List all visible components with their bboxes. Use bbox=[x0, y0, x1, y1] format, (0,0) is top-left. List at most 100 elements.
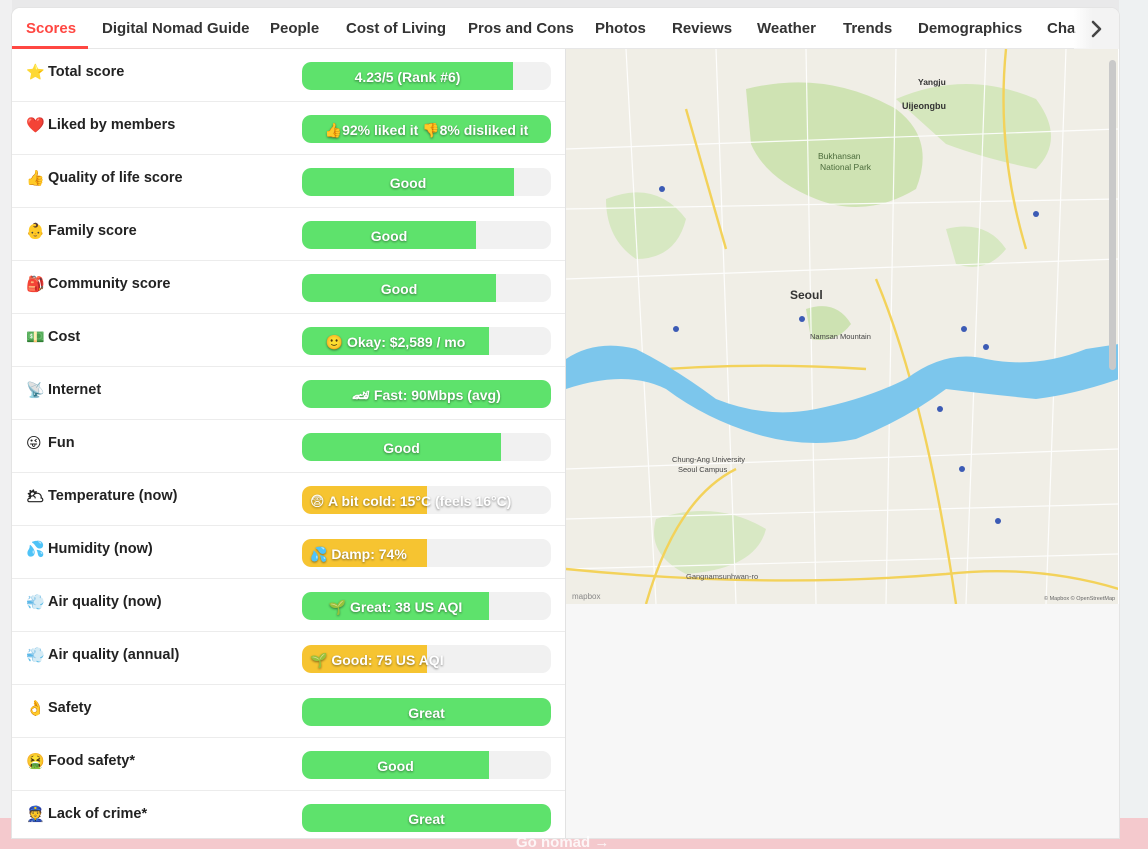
score-label: 👮 Lack of crime* bbox=[26, 805, 147, 823]
score-bar: Good bbox=[302, 274, 551, 302]
score-label-text: Lack of crime* bbox=[48, 806, 148, 822]
score-bar-text: Good bbox=[389, 175, 427, 191]
score-label: 🌥 Temperature (now) bbox=[26, 487, 177, 505]
city-map[interactable]: Seoul Bukhansan National Park Uijeongbu … bbox=[565, 49, 1118, 604]
tab-trends[interactable]: Trends bbox=[843, 8, 892, 49]
score-label: 💦 Humidity (now) bbox=[26, 540, 153, 558]
background-left bbox=[0, 0, 12, 849]
score-bar: Good bbox=[302, 433, 551, 461]
map-canvas[interactable]: Seoul Bukhansan National Park Uijeongbu … bbox=[566, 49, 1118, 604]
score-bar-text: Great bbox=[408, 705, 445, 721]
score-row[interactable]: 👮 Lack of crime* Great bbox=[12, 791, 565, 838]
map-attribution: © Mapbox © OpenStreetMap bbox=[1044, 595, 1115, 602]
score-emoji-icon: 👌 bbox=[26, 700, 45, 717]
score-row[interactable]: 💨 Air quality (now) 🌱 Great: 38 US AQI bbox=[12, 579, 565, 632]
chevron-right-icon bbox=[1091, 20, 1101, 37]
score-row[interactable]: 💨 Air quality (annual) 🌱 Good: 75 US AQI bbox=[12, 632, 565, 685]
map-label: Seoul Campus bbox=[678, 465, 727, 474]
page-scrollbar[interactable] bbox=[1109, 60, 1116, 370]
score-bar: 😨 A bit cold: 15°C (feels 16°C) bbox=[302, 486, 551, 514]
map-label: Namsan Mountain bbox=[810, 332, 871, 341]
score-row[interactable]: ❤️ Liked by members 👍92% liked it 👎8% disl… bbox=[12, 102, 565, 155]
tab-scroll-next-button[interactable] bbox=[1074, 8, 1119, 49]
tab-digital-nomad-guide[interactable]: Digital Nomad Guide bbox=[102, 8, 250, 49]
score-label: 💨 Air quality (now) bbox=[26, 593, 162, 611]
map-label: National Park bbox=[820, 162, 872, 172]
score-row[interactable]: 🤮 Food safety* Good bbox=[12, 738, 565, 791]
score-label: 📡 Internet bbox=[26, 381, 101, 399]
score-label-text: Internet bbox=[48, 382, 102, 398]
score-row[interactable]: 💵 Cost 🙂 Okay: $2,589 / mo bbox=[12, 314, 565, 367]
tab-reviews[interactable]: Reviews bbox=[672, 8, 732, 49]
go-nomad-link[interactable]: Go nomad → bbox=[516, 834, 609, 849]
map-label: Uijeongbu bbox=[902, 101, 946, 111]
score-label: 😜 Fun bbox=[26, 434, 75, 452]
map-city-label: Seoul bbox=[790, 288, 823, 302]
score-emoji-icon: 🤮 bbox=[26, 753, 45, 770]
score-label-text: Fun bbox=[48, 435, 75, 451]
score-label-text: Total score bbox=[48, 64, 125, 80]
scores-list: ⭐ Total score 4.23/5 (Rank #6) ❤️ Liked by m… bbox=[12, 49, 565, 838]
score-row[interactable]: 👍 Quality of life score Good bbox=[12, 155, 565, 208]
score-bar-text: Good bbox=[377, 758, 414, 774]
score-label: 👶 Family score bbox=[26, 222, 137, 240]
score-emoji-icon: 📡 bbox=[26, 382, 45, 399]
score-bar-text: 😨 A bit cold: 15°C (feels 16°C) bbox=[310, 493, 512, 509]
score-label-text: Family score bbox=[48, 223, 137, 239]
score-emoji-icon: 🎒 bbox=[26, 276, 45, 293]
tab-pros-and-cons[interactable]: Pros and Cons bbox=[468, 8, 574, 49]
score-bar-text: Good bbox=[383, 440, 420, 456]
score-emoji-icon: 👶 bbox=[26, 223, 45, 240]
city-panel: Cha Demographics Trends Weather Reviews Photo… bbox=[12, 8, 1119, 838]
score-bar-text: 💦 Damp: 74% bbox=[310, 546, 407, 562]
score-row[interactable]: 🎒 Community score Good bbox=[12, 261, 565, 314]
tab-people[interactable]: People bbox=[270, 8, 319, 49]
score-bar: 🏎 Fast: 90Mbps (avg) bbox=[302, 380, 551, 408]
score-label-text: Temperature (now) bbox=[48, 488, 178, 504]
score-emoji-icon: 💵 bbox=[26, 329, 45, 346]
tab-photos[interactable]: Photos bbox=[595, 8, 646, 49]
map-label: Bukhansan bbox=[818, 151, 861, 161]
score-bar: 👍92% liked it 👎8% disliked it bbox=[302, 115, 551, 143]
score-label-text: Food safety* bbox=[48, 753, 136, 769]
tab-weather[interactable]: Weather bbox=[757, 8, 816, 49]
map-logo: mapbox bbox=[572, 592, 600, 601]
score-bar-text: 🏎 Fast: 90Mbps (avg) bbox=[352, 387, 501, 403]
tab-demographics[interactable]: Demographics bbox=[918, 8, 1022, 49]
score-bar: 4.23/5 (Rank #6) bbox=[302, 62, 551, 90]
score-bar: Good bbox=[302, 221, 551, 249]
score-label: 🎒 Community score bbox=[26, 275, 170, 293]
map-label: Chung-Ang University bbox=[672, 455, 745, 464]
score-emoji-icon: 🌥 bbox=[26, 488, 46, 505]
score-row[interactable]: ⭐ Total score 4.23/5 (Rank #6) bbox=[12, 49, 565, 102]
tab-cha[interactable]: Cha bbox=[1047, 8, 1075, 49]
map-label: Yangju bbox=[918, 77, 946, 87]
score-bar: Great bbox=[302, 698, 551, 726]
score-emoji-icon: 😜 bbox=[26, 435, 42, 452]
background-right bbox=[1119, 0, 1148, 849]
map-area-below bbox=[565, 604, 1119, 838]
score-row[interactable]: 👶 Family score Good bbox=[12, 208, 565, 261]
score-bar-text: 🌱 Great: 38 US AQI bbox=[328, 599, 463, 615]
tab-scores[interactable]: Scores bbox=[26, 8, 76, 49]
score-label: 💵 Cost bbox=[26, 328, 80, 346]
score-bar-text: Great bbox=[408, 811, 445, 827]
score-bar-text: 👍92% liked it 👎8% disliked it bbox=[324, 122, 529, 138]
tab-cost-of-living[interactable]: Cost of Living bbox=[346, 8, 446, 49]
score-label-text: Air quality (now) bbox=[48, 594, 162, 610]
score-label-text: Community score bbox=[48, 276, 171, 292]
score-row[interactable]: 📡 Internet 🏎 Fast: 90Mbps (avg) bbox=[12, 367, 565, 420]
score-row[interactable]: 😜 Fun Good bbox=[12, 420, 565, 473]
score-bar: Great bbox=[302, 804, 551, 832]
score-row[interactable]: 💦 Humidity (now) 💦 Damp: 74% bbox=[12, 526, 565, 579]
score-bar: 🌱 Good: 75 US AQI bbox=[302, 645, 551, 673]
score-emoji-icon: 👮 bbox=[26, 806, 45, 823]
score-label-text: Cost bbox=[48, 329, 81, 345]
score-row[interactable]: 👌 Safety Great bbox=[12, 685, 565, 738]
score-emoji-icon: 💦 bbox=[26, 541, 45, 558]
score-bar: 💦 Damp: 74% bbox=[302, 539, 551, 567]
score-label: 💨 Air quality (annual) bbox=[26, 646, 179, 664]
score-label: 🤮 Food safety* bbox=[26, 752, 135, 770]
score-row[interactable]: 🌥 Temperature (now) 😨 A bit cold: 15°C (fe… bbox=[12, 473, 565, 526]
score-label-text: Air quality (annual) bbox=[48, 647, 180, 663]
